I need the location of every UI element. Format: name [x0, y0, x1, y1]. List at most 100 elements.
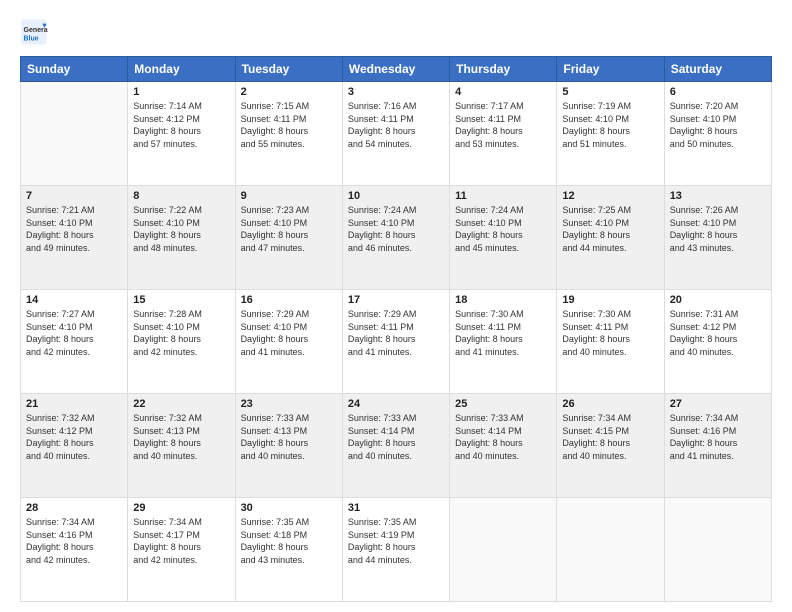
calendar-cell-w2d3: 10Sunrise: 7:24 AM Sunset: 4:10 PM Dayli… [342, 186, 449, 290]
calendar-cell-w1d5: 5 Sunrise: 7:19 AM Sunset: 4:10 PM Daylig… [557, 82, 664, 186]
day-number: 24 [348, 398, 444, 410]
day-info: Sunrise: 7:30 AM Sunset: 4:11 PM Dayligh… [455, 308, 551, 358]
header-thursday: Thursday [450, 57, 557, 82]
day-number: 17 [348, 294, 444, 306]
day-number: 6 [670, 86, 766, 98]
day-info: Sunrise: 7:34 AM Sunset: 4:16 PM Dayligh… [26, 516, 122, 566]
svg-text:Blue: Blue [24, 35, 39, 42]
calendar-cell-w2d1: 8Sunrise: 7:22 AM Sunset: 4:10 PM Daylig… [128, 186, 235, 290]
day-number: 11 [455, 190, 551, 202]
day-number: 15 [133, 294, 229, 306]
week-row-1: 1 Sunrise: 7:14 AM Sunset: 4:12 PM Daylig… [21, 82, 772, 186]
day-info: Sunrise: 7:33 AM Sunset: 4:14 PM Dayligh… [455, 412, 551, 462]
calendar-cell-w3d6: 20Sunrise: 7:31 AM Sunset: 4:12 PM Dayli… [664, 290, 771, 394]
day-number: 23 [241, 398, 337, 410]
day-number: 5 [562, 86, 658, 98]
calendar-cell-w3d5: 19Sunrise: 7:30 AM Sunset: 4:11 PM Dayli… [557, 290, 664, 394]
day-number: 9 [241, 190, 337, 202]
calendar-cell-w4d2: 23 Sunrise: 7:33 AM Sunset: 4:13 PM Dayli… [235, 394, 342, 498]
week-row-3: 14Sunrise: 7:27 AM Sunset: 4:10 PM Dayli… [21, 290, 772, 394]
day-number: 8 [133, 190, 229, 202]
header-wednesday: Wednesday [342, 57, 449, 82]
day-info: Sunrise: 7:24 AM Sunset: 4:10 PM Dayligh… [455, 204, 551, 254]
calendar-cell-w2d5: 12 Sunrise: 7:25 AM Sunset: 4:10 PM Dayli… [557, 186, 664, 290]
header-saturday: Saturday [664, 57, 771, 82]
day-number: 22 [133, 398, 229, 410]
calendar-cell-w5d0: 28 Sunrise: 7:34 AM Sunset: 4:16 PM Dayli… [21, 498, 128, 602]
day-number: 19 [562, 294, 658, 306]
day-info: Sunrise: 7:19 AM Sunset: 4:10 PM Dayligh… [562, 100, 658, 150]
day-number: 28 [26, 502, 122, 514]
calendar-cell-w5d6 [664, 498, 771, 602]
calendar-cell-w4d5: 26 Sunrise: 7:34 AM Sunset: 4:15 PM Dayli… [557, 394, 664, 498]
calendar-cell-w3d0: 14Sunrise: 7:27 AM Sunset: 4:10 PM Dayli… [21, 290, 128, 394]
calendar-cell-w5d2: 30 Sunrise: 7:35 AM Sunset: 4:18 PM Dayli… [235, 498, 342, 602]
day-number: 1 [133, 86, 229, 98]
calendar-cell-w2d2: 9 Sunrise: 7:23 AM Sunset: 4:10 PM Daylig… [235, 186, 342, 290]
day-info: Sunrise: 7:20 AM Sunset: 4:10 PM Dayligh… [670, 100, 766, 150]
day-info: Sunrise: 7:17 AM Sunset: 4:11 PM Dayligh… [455, 100, 551, 150]
day-number: 25 [455, 398, 551, 410]
week-row-5: 28 Sunrise: 7:34 AM Sunset: 4:16 PM Dayli… [21, 498, 772, 602]
svg-text:General: General [24, 27, 49, 34]
calendar-cell-w5d4 [450, 498, 557, 602]
calendar-cell-w2d0: 7 Sunrise: 7:21 AM Sunset: 4:10 PM Daylig… [21, 186, 128, 290]
day-number: 21 [26, 398, 122, 410]
calendar-cell-w4d4: 25 Sunrise: 7:33 AM Sunset: 4:14 PM Dayli… [450, 394, 557, 498]
week-row-2: 7 Sunrise: 7:21 AM Sunset: 4:10 PM Daylig… [21, 186, 772, 290]
calendar-cell-w4d3: 24 Sunrise: 7:33 AM Sunset: 4:14 PM Dayli… [342, 394, 449, 498]
day-number: 2 [241, 86, 337, 98]
weekday-header-row: Sunday Monday Tuesday Wednesday Thursday… [21, 57, 772, 82]
header-tuesday: Tuesday [235, 57, 342, 82]
calendar-cell-w4d6: 27 Sunrise: 7:34 AM Sunset: 4:16 PM Dayli… [664, 394, 771, 498]
day-number: 31 [348, 502, 444, 514]
day-info: Sunrise: 7:34 AM Sunset: 4:16 PM Dayligh… [670, 412, 766, 462]
day-info: Sunrise: 7:34 AM Sunset: 4:15 PM Dayligh… [562, 412, 658, 462]
day-number: 16 [241, 294, 337, 306]
day-number: 29 [133, 502, 229, 514]
calendar-cell-w2d6: 13Sunrise: 7:26 AM Sunset: 4:10 PM Dayli… [664, 186, 771, 290]
calendar-cell-w1d3: 3 Sunrise: 7:16 AM Sunset: 4:11 PM Daylig… [342, 82, 449, 186]
day-number: 30 [241, 502, 337, 514]
day-info: Sunrise: 7:33 AM Sunset: 4:13 PM Dayligh… [241, 412, 337, 462]
day-number: 26 [562, 398, 658, 410]
day-number: 12 [562, 190, 658, 202]
calendar-cell-w2d4: 11 Sunrise: 7:24 AM Sunset: 4:10 PM Dayli… [450, 186, 557, 290]
page: General Blue Sunday Monday Tuesday Wedne… [0, 0, 792, 612]
day-info: Sunrise: 7:32 AM Sunset: 4:13 PM Dayligh… [133, 412, 229, 462]
calendar-cell-w1d6: 6 Sunrise: 7:20 AM Sunset: 4:10 PM Daylig… [664, 82, 771, 186]
day-number: 20 [670, 294, 766, 306]
calendar-cell-w4d1: 22 Sunrise: 7:32 AM Sunset: 4:13 PM Dayli… [128, 394, 235, 498]
day-number: 4 [455, 86, 551, 98]
header: General Blue [20, 18, 772, 46]
header-monday: Monday [128, 57, 235, 82]
day-number: 7 [26, 190, 122, 202]
day-info: Sunrise: 7:23 AM Sunset: 4:10 PM Dayligh… [241, 204, 337, 254]
day-info: Sunrise: 7:32 AM Sunset: 4:12 PM Dayligh… [26, 412, 122, 462]
calendar-cell-w5d1: 29 Sunrise: 7:34 AM Sunset: 4:17 PM Dayli… [128, 498, 235, 602]
day-number: 27 [670, 398, 766, 410]
day-info: Sunrise: 7:34 AM Sunset: 4:17 PM Dayligh… [133, 516, 229, 566]
day-info: Sunrise: 7:14 AM Sunset: 4:12 PM Dayligh… [133, 100, 229, 150]
calendar-table: Sunday Monday Tuesday Wednesday Thursday… [20, 56, 772, 602]
day-info: Sunrise: 7:21 AM Sunset: 4:10 PM Dayligh… [26, 204, 122, 254]
day-info: Sunrise: 7:29 AM Sunset: 4:10 PM Dayligh… [241, 308, 337, 358]
calendar-cell-w5d3: 31Sunrise: 7:35 AM Sunset: 4:19 PM Dayli… [342, 498, 449, 602]
day-info: Sunrise: 7:25 AM Sunset: 4:10 PM Dayligh… [562, 204, 658, 254]
day-info: Sunrise: 7:24 AM Sunset: 4:10 PM Dayligh… [348, 204, 444, 254]
calendar-cell-w1d4: 4 Sunrise: 7:17 AM Sunset: 4:11 PM Daylig… [450, 82, 557, 186]
day-info: Sunrise: 7:35 AM Sunset: 4:18 PM Dayligh… [241, 516, 337, 566]
calendar-cell-w3d3: 17 Sunrise: 7:29 AM Sunset: 4:11 PM Dayli… [342, 290, 449, 394]
calendar-cell-w1d2: 2 Sunrise: 7:15 AM Sunset: 4:11 PM Daylig… [235, 82, 342, 186]
day-info: Sunrise: 7:15 AM Sunset: 4:11 PM Dayligh… [241, 100, 337, 150]
day-info: Sunrise: 7:29 AM Sunset: 4:11 PM Dayligh… [348, 308, 444, 358]
calendar-cell-w1d1: 1 Sunrise: 7:14 AM Sunset: 4:12 PM Daylig… [128, 82, 235, 186]
day-info: Sunrise: 7:33 AM Sunset: 4:14 PM Dayligh… [348, 412, 444, 462]
calendar-cell-w4d0: 21 Sunrise: 7:32 AM Sunset: 4:12 PM Dayli… [21, 394, 128, 498]
day-number: 3 [348, 86, 444, 98]
calendar-cell-w3d2: 16 Sunrise: 7:29 AM Sunset: 4:10 PM Dayli… [235, 290, 342, 394]
logo-icon: General Blue [20, 18, 48, 46]
day-info: Sunrise: 7:16 AM Sunset: 4:11 PM Dayligh… [348, 100, 444, 150]
calendar-cell-w3d1: 15Sunrise: 7:28 AM Sunset: 4:10 PM Dayli… [128, 290, 235, 394]
day-number: 18 [455, 294, 551, 306]
